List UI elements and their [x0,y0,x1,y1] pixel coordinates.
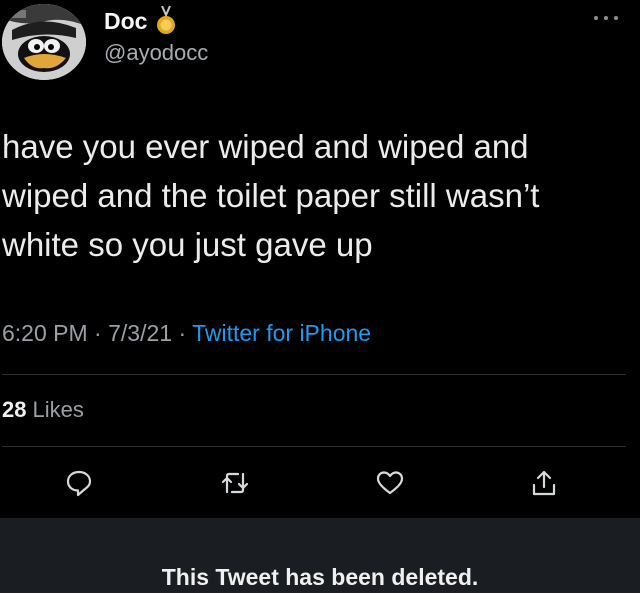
speech-bubble-icon [66,470,92,497]
avatar[interactable] [2,4,86,80]
reply-button[interactable] [62,466,96,500]
tweet-time[interactable]: 6:20 PM [2,320,88,346]
tweet-date[interactable]: 7/3/21 [108,320,172,346]
share-icon [532,470,556,496]
divider [2,446,626,447]
cartoon-duck-avatar-icon [2,4,86,80]
tweet-source-link[interactable]: Twitter for iPhone [192,320,371,346]
meta-separator: · [178,320,193,346]
share-button[interactable] [527,466,561,500]
deleted-notice-text: This Tweet has been deleted. [161,564,479,590]
display-name[interactable]: Doc [104,8,147,35]
tweet-meta: 6:20 PM · 7/3/21 · Twitter for iPhone [2,320,371,347]
author-handle[interactable]: @ayodocc [104,40,208,66]
tweet-text: have you ever wiped and wiped and wiped … [2,128,540,263]
divider [2,374,626,375]
medal-icon [155,6,177,36]
tweet-card: Doc @ayodocc have you ever wiped and wip… [0,0,640,518]
likes-count: 28 [2,397,27,422]
likes-stat[interactable]: 28 Likes [2,397,84,423]
meta-separator: · [94,320,109,346]
more-options-icon[interactable] [594,14,618,22]
likes-label: Likes [32,397,84,422]
author-name-row: Doc [104,6,177,36]
heart-icon [376,471,404,495]
deleted-notice: This Tweet has been deleted. [0,518,640,593]
retweet-icon [221,472,249,494]
retweet-button[interactable] [218,466,252,500]
action-bar [0,466,640,506]
like-button[interactable] [373,466,407,500]
